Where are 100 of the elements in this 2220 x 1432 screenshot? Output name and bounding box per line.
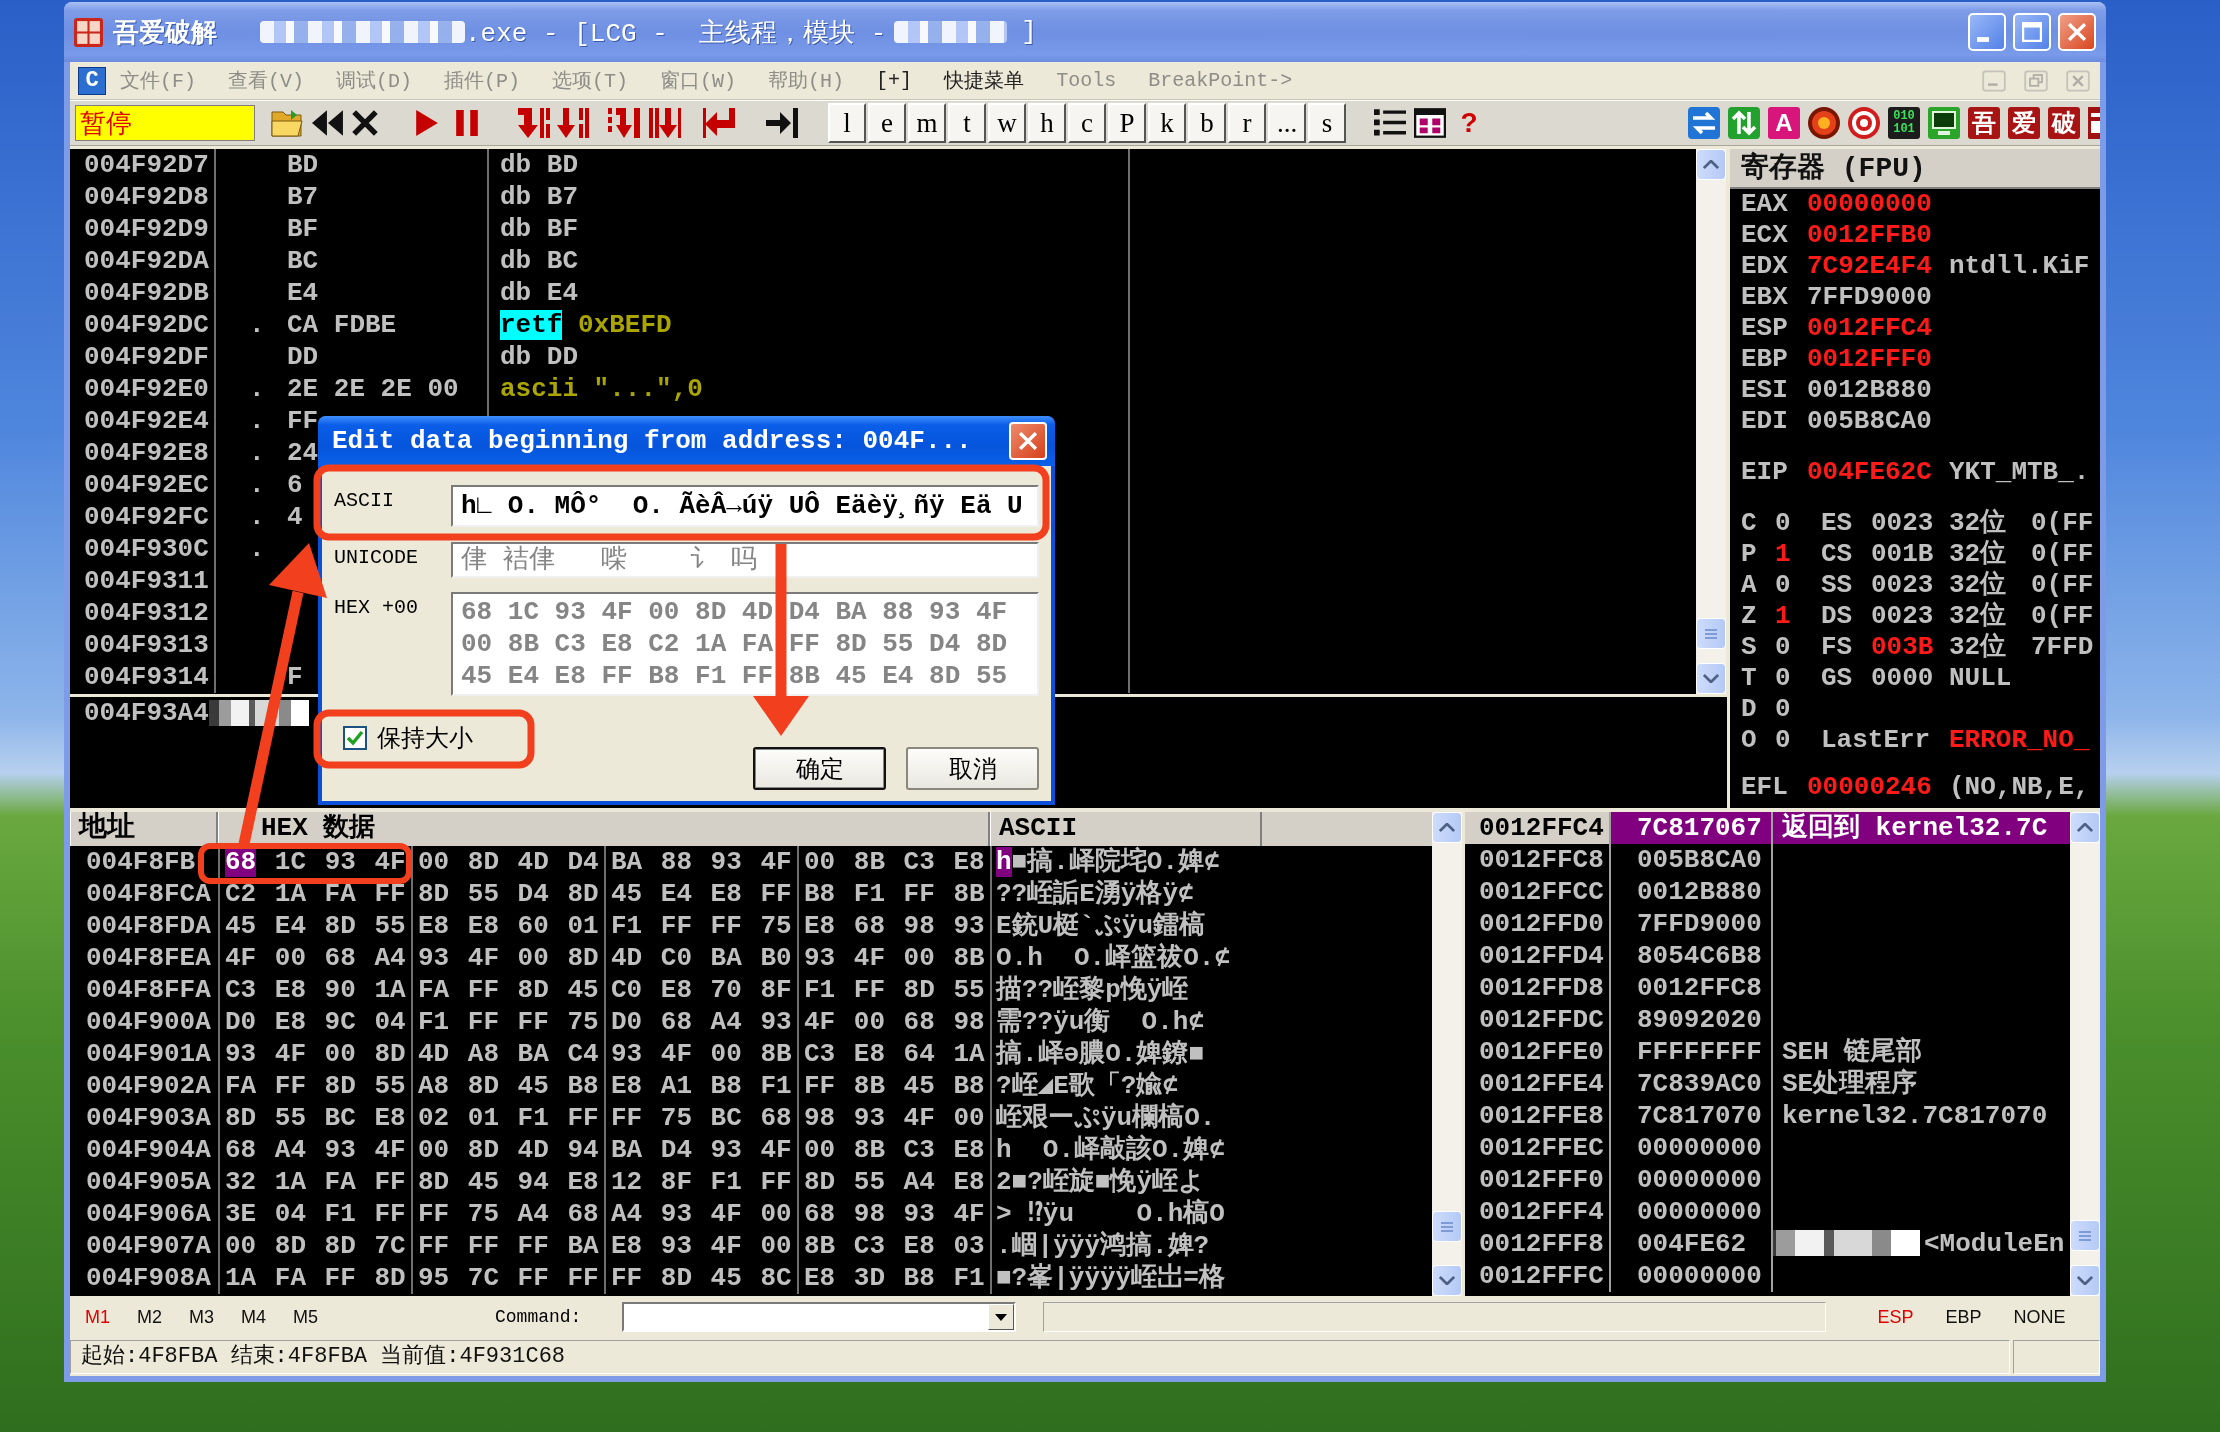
letter-button[interactable]: w [988, 103, 1026, 143]
register-comment: (NO,NB,E, [1949, 772, 2091, 803]
list-icon[interactable] [1374, 108, 1406, 138]
menu-item[interactable]: 快捷菜单 [944, 67, 1025, 94]
maximize-button[interactable] [2013, 13, 2051, 51]
checkbox[interactable] [343, 726, 367, 750]
play-icon[interactable] [414, 110, 440, 136]
hex-bytes: 93 4F 00 8D [418, 943, 599, 973]
letter-button[interactable]: b [1188, 103, 1226, 143]
scroll-thumb[interactable] [2070, 1220, 2100, 1251]
register-value: 0012B880 [1807, 375, 1933, 406]
close-button[interactable] [1009, 422, 1047, 460]
scroll-down-button[interactable] [1432, 1265, 1462, 1296]
window-menu-button[interactable]: C [78, 66, 106, 95]
rewind-icon[interactable] [312, 108, 344, 138]
dotted-bars-arrow-icon[interactable] [608, 108, 640, 138]
hex-bytes: 8D 55 A4 E8 [804, 1167, 985, 1197]
dump-tab[interactable]: M1 [85, 1306, 137, 1328]
bent-arrow-bars-icon[interactable] [518, 108, 550, 138]
stack-mode-tab[interactable]: NONE [2013, 1306, 2066, 1328]
letter-button[interactable]: m [908, 103, 946, 143]
down-arrow-double-bars-icon[interactable] [649, 108, 681, 138]
scroll-up-button[interactable] [2070, 812, 2100, 843]
close-button[interactable] [2058, 13, 2096, 51]
scroll-down-button[interactable] [2070, 1265, 2100, 1296]
stack-mode-tab[interactable]: ESP [1877, 1306, 1914, 1328]
dump-tab[interactable]: M5 [293, 1306, 345, 1328]
scroll-thumb[interactable] [1696, 618, 1726, 649]
column-header[interactable]: ASCII [999, 813, 1077, 843]
chevron-up-icon [1439, 823, 1455, 832]
checkbox-label[interactable]: 保持大小 [377, 726, 473, 750]
stack-value: 00000000 [1609, 1164, 1771, 1196]
tile-button[interactable]: 破 [2048, 107, 2080, 139]
help-button[interactable]: ? [1454, 105, 1484, 141]
stack-mode-tab[interactable]: EBP [1945, 1306, 1982, 1328]
letter-button[interactable]: l [828, 103, 866, 143]
scrollbar[interactable] [1432, 812, 1462, 1296]
letter-button[interactable]: c [1068, 103, 1106, 143]
address-cell: 004F9314 [70, 661, 216, 693]
tile-button[interactable]: A [1768, 107, 1800, 139]
letter-button[interactable]: k [1148, 103, 1186, 143]
tile-button[interactable]: 010 101 [1888, 107, 1920, 139]
swap-arrows-icon[interactable] [1688, 107, 1720, 139]
letter-button[interactable]: h [1028, 103, 1066, 143]
menu-item[interactable]: [+] [876, 69, 913, 92]
letter-button[interactable]: ... [1268, 103, 1306, 143]
down-arrow-bars-icon[interactable] [557, 108, 589, 138]
dump-tab[interactable]: M4 [241, 1306, 293, 1328]
grid-window-icon[interactable] [1414, 108, 1446, 138]
pause-icon[interactable] [454, 110, 480, 136]
letter-button[interactable]: e [868, 103, 906, 143]
column-header[interactable]: 地址 [79, 812, 135, 843]
scrollbar[interactable] [1696, 149, 1726, 694]
dialog-button[interactable]: 取消 [906, 747, 1039, 790]
segment-width: NULL [1949, 663, 2013, 694]
folder-icon[interactable] [271, 108, 303, 138]
register-value: 0012FFC4 [1807, 313, 1933, 344]
minimize-button[interactable] [1968, 13, 2006, 51]
stack-address: 0012FFF4 [1478, 1196, 1605, 1228]
chevron-down-icon [2077, 1276, 2093, 1285]
scroll-thumb[interactable] [1432, 1211, 1462, 1242]
letter-button[interactable]: t [948, 103, 986, 143]
command-label: Command: [495, 1307, 582, 1327]
up-down-arrows-icon[interactable] [1728, 107, 1760, 139]
tile-button[interactable]: 吾 [1968, 107, 2000, 139]
return-arrow-icon[interactable] [703, 108, 735, 138]
partial-tile-icon[interactable] [2088, 107, 2100, 139]
dump-tab[interactable]: M3 [189, 1306, 241, 1328]
dump-tab[interactable]: M2 [137, 1306, 189, 1328]
circle-icon[interactable] [1808, 107, 1840, 139]
letter-button[interactable]: P [1108, 103, 1146, 143]
hex-bytes: E8 93 4F 00 [611, 1231, 792, 1261]
tile-button[interactable]: 爱 [2008, 107, 2040, 139]
target-icon[interactable] [1848, 107, 1880, 139]
hex-bytes: F1 FF 8D 55 [804, 975, 985, 1005]
dialog-button[interactable]: 确定 [753, 747, 886, 790]
address-cell-text: 004F906A [85, 1198, 212, 1230]
hex-bytes: 02 01 F1 FF [418, 1103, 599, 1133]
hex-cell: 24 [287, 437, 319, 469]
close-icon [1019, 432, 1037, 450]
arrow-to-bar-icon[interactable] [766, 108, 798, 138]
scroll-down-button[interactable] [1696, 663, 1726, 694]
address-cell-text: 004F900A [85, 1006, 212, 1038]
stack-address: 0012FFEC [1478, 1132, 1605, 1164]
close-icon[interactable] [352, 110, 378, 136]
hex-bytes: C0 E8 70 8F [611, 975, 792, 1005]
dropdown-arrow-icon[interactable] [995, 1313, 1008, 1321]
input-field[interactable]: h∟ O. MÔ° O. ÃèÂ→úÿ UÔ Eäèÿ¸ñÿ Eä U [451, 485, 1039, 527]
scroll-up-button[interactable] [1432, 812, 1462, 843]
stack-value: FFFFFFFF [1609, 1036, 1771, 1068]
letter-button[interactable]: s [1308, 103, 1346, 143]
scrollbar[interactable] [2070, 812, 2100, 1296]
monitor-icon[interactable] [1928, 107, 1960, 139]
letter-button[interactable]: r [1228, 103, 1266, 143]
column-header[interactable]: HEX 数据 [261, 813, 376, 843]
scroll-up-button[interactable] [1696, 149, 1726, 180]
flag-value: 0 [1775, 632, 1792, 663]
command-field[interactable] [622, 1302, 1017, 1332]
hex-bytes: E8 68 98 93 [804, 911, 985, 941]
stack-address: 0012FFFC [1478, 1260, 1605, 1292]
